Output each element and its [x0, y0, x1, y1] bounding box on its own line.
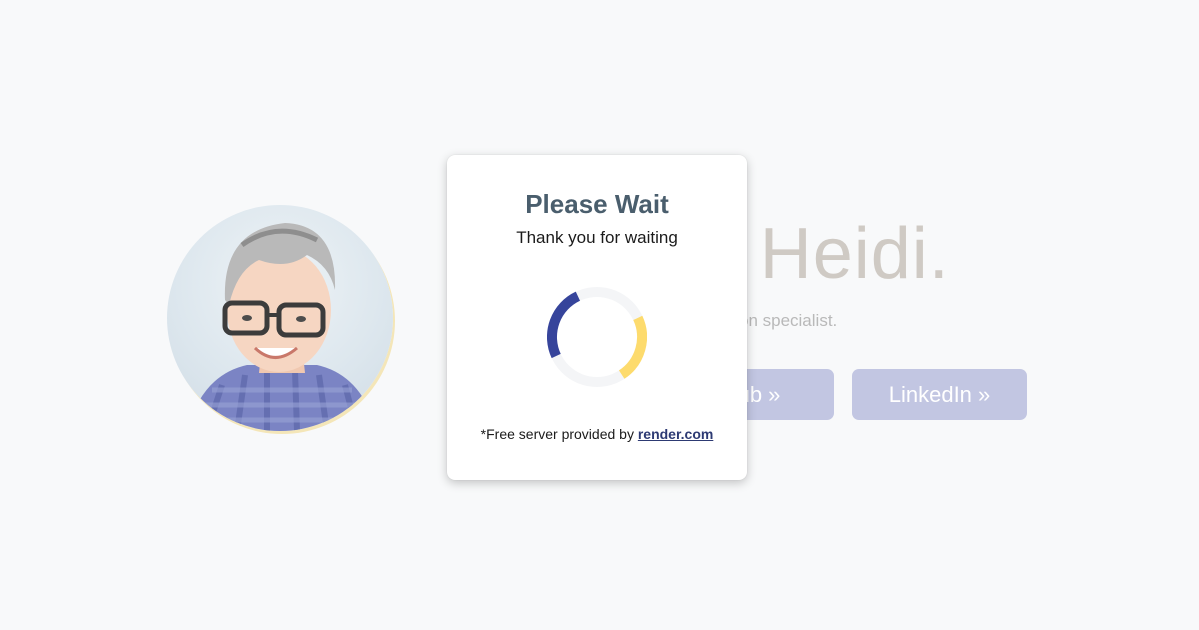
- render-link[interactable]: render.com: [638, 426, 713, 442]
- server-note-text: *Free server provided by: [480, 426, 634, 442]
- server-note: *Free server provided by render.com: [447, 426, 747, 442]
- modal-subtitle: Thank you for waiting: [516, 228, 678, 247]
- modal-title: Please Wait: [525, 189, 669, 219]
- avatar: [167, 205, 393, 431]
- loading-spinner-icon: [547, 287, 647, 387]
- loading-modal: Please Wait Thank you for waiting *Free …: [447, 155, 747, 480]
- linkedin-button[interactable]: LinkedIn »: [852, 369, 1027, 420]
- profile-photo: [187, 223, 377, 431]
